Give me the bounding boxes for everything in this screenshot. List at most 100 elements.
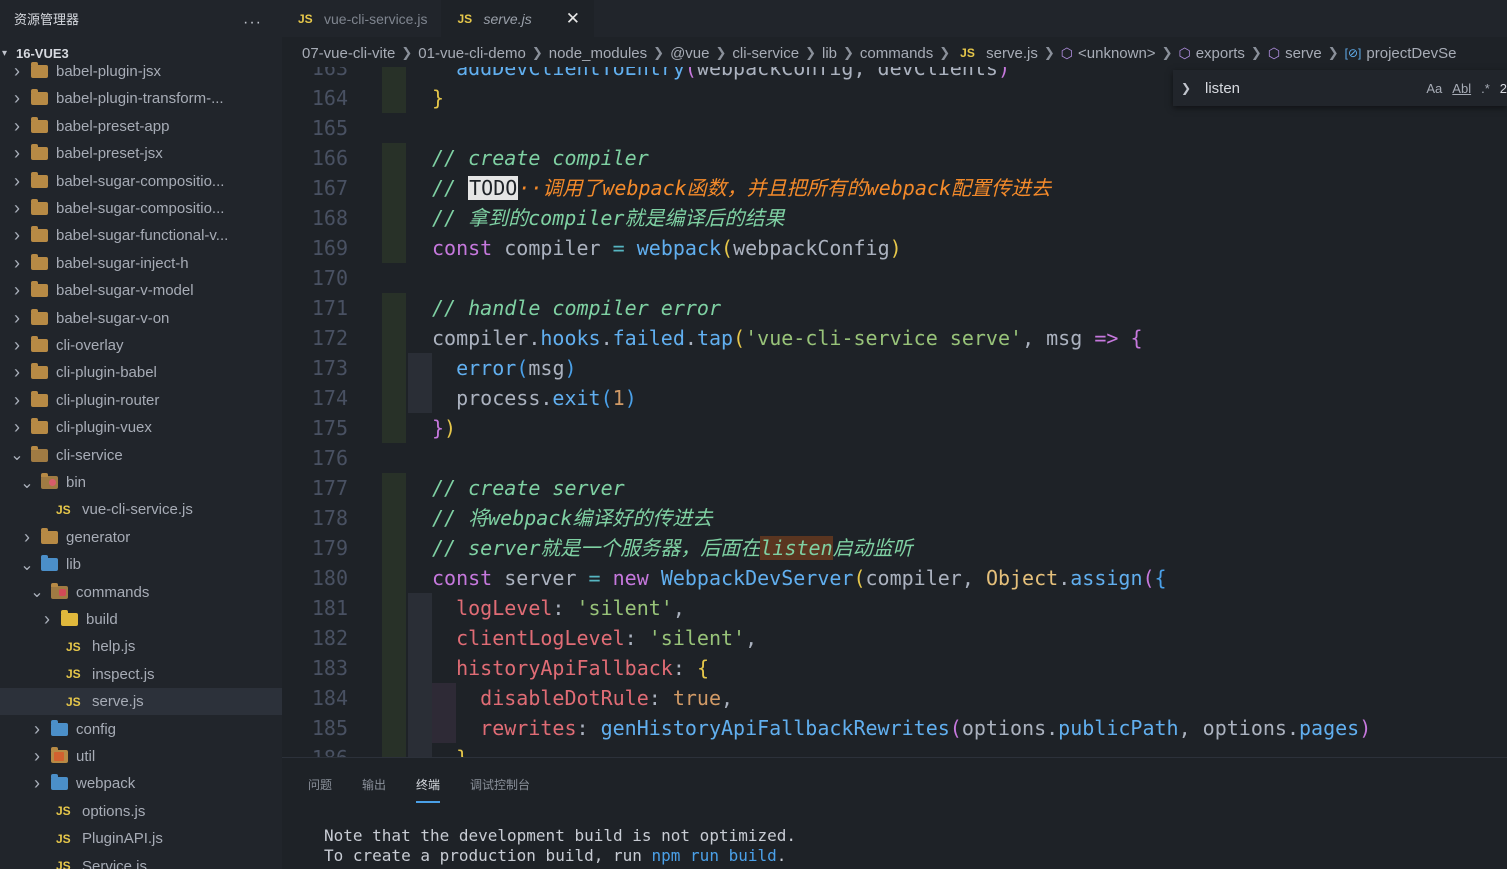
breadcrumb-item[interactable]: @vue: [670, 45, 709, 62]
file-tree-item[interactable]: › babel-preset-app: [0, 113, 282, 140]
file-tree-item[interactable]: › webpack: [0, 770, 282, 797]
line-number: 178: [311, 506, 348, 530]
chevron-right-icon[interactable]: ❯: [1173, 81, 1199, 95]
chevron-down-icon[interactable]: ⌄: [20, 473, 34, 493]
regex-icon[interactable]: .*: [1481, 81, 1490, 96]
breadcrumb-item[interactable]: 01-vue-cli-demo: [418, 45, 526, 62]
match-case-icon[interactable]: Aa: [1426, 81, 1442, 96]
breadcrumb-item[interactable]: serve.js: [986, 45, 1038, 62]
chevron-right-icon[interactable]: ›: [30, 719, 44, 740]
file-tree-item[interactable]: ⌄ lib: [0, 551, 282, 578]
tab-terminal[interactable]: 终端: [416, 776, 441, 803]
file-tree-item[interactable]: › build: [0, 606, 282, 633]
file-tree-item[interactable]: › babel-sugar-v-on: [0, 305, 282, 332]
chevron-right-icon[interactable]: ›: [10, 143, 24, 164]
chevron-right-icon[interactable]: ›: [10, 171, 24, 192]
file-tree-item[interactable]: › config: [0, 716, 282, 743]
chevron-right-icon: ❯: [805, 45, 816, 60]
close-icon[interactable]: ✕: [566, 9, 580, 29]
chevron-right-icon: ❯: [1327, 45, 1339, 60]
file-tree-item[interactable]: JS Service.js: [0, 853, 282, 869]
code-line: // 拿到的compiler就是编译后的结果: [432, 206, 785, 230]
chevron-down-icon[interactable]: ⌄: [20, 555, 34, 575]
file-tree-item[interactable]: › babel-preset-jsx: [0, 140, 282, 167]
chevron-right-icon[interactable]: ›: [10, 362, 24, 383]
chevron-right-icon[interactable]: ›: [10, 280, 24, 301]
file-tree-item[interactable]: JS serve.js: [0, 688, 282, 716]
breadcrumb-item[interactable]: exports: [1196, 45, 1245, 62]
file-tree-item[interactable]: › babel-plugin-jsx: [0, 58, 282, 85]
chevron-right-icon[interactable]: ›: [10, 308, 24, 329]
chevron-down-icon[interactable]: ⌄: [30, 582, 44, 602]
js-file-icon: JS: [298, 11, 313, 26]
chevron-right-icon[interactable]: ›: [30, 773, 44, 794]
js-file-icon: JS: [960, 46, 975, 60]
file-tree-item[interactable]: › babel-sugar-v-model: [0, 277, 282, 304]
folder-icon: [60, 610, 78, 627]
chevron-right-icon[interactable]: ›: [10, 225, 24, 246]
file-tree-item[interactable]: JS help.js: [0, 633, 282, 660]
js-file-icon: JS: [56, 859, 71, 869]
tab-problems[interactable]: 问题: [308, 776, 332, 803]
chevron-right-icon[interactable]: ›: [10, 335, 24, 356]
file-tree-label: babel-plugin-jsx: [56, 63, 162, 80]
line-number: 172: [311, 326, 348, 350]
chevron-right-icon[interactable]: ›: [10, 61, 24, 82]
breadcrumb: 07-vue-cli-vite ❯ 01-vue-cli-demo ❯ node_m…: [282, 39, 1507, 67]
chevron-right-icon[interactable]: ›: [30, 746, 44, 767]
breadcrumb-item[interactable]: 07-vue-cli-vite: [302, 45, 395, 62]
file-tree-item[interactable]: JS vue-cli-service.js: [0, 496, 282, 523]
breadcrumb-item[interactable]: <unknown>: [1078, 45, 1156, 62]
chevron-right-icon[interactable]: ›: [40, 609, 54, 630]
chevron-right-icon[interactable]: ›: [10, 116, 24, 137]
file-tree-label: help.js: [92, 638, 136, 656]
chevron-right-icon[interactable]: ›: [10, 198, 24, 219]
file-tree-item[interactable]: › cli-overlay: [0, 332, 282, 359]
terminal-command: npm run build: [651, 846, 777, 865]
file-tree-item[interactable]: › babel-sugar-inject-h: [0, 250, 282, 277]
file-tree-item[interactable]: ⌄ bin: [0, 469, 282, 496]
tab-output[interactable]: 输出: [362, 776, 386, 803]
breadcrumb-item[interactable]: lib: [822, 45, 837, 62]
file-tree-item[interactable]: JS options.js: [0, 798, 282, 825]
breadcrumb-item[interactable]: cli-service: [732, 45, 799, 62]
file-tree-item[interactable]: › babel-sugar-compositio...: [0, 168, 282, 195]
file-tree-item[interactable]: › cli-plugin-router: [0, 387, 282, 414]
file-tree-item[interactable]: › babel-plugin-transform-...: [0, 85, 282, 112]
code-editor[interactable]: 163 164 165 166 167 168 169 170 171 172 …: [282, 67, 1507, 757]
folder-icon: [50, 719, 68, 736]
terminal-output[interactable]: Note that the development build is not o…: [324, 826, 796, 866]
tab-label: serve.js: [483, 10, 532, 27]
file-tree-item[interactable]: › cli-plugin-vuex: [0, 414, 282, 441]
chevron-down-icon[interactable]: ⌄: [10, 445, 24, 465]
file-tree-item[interactable]: ⌄ commands: [0, 579, 282, 606]
chevron-right-icon[interactable]: ›: [10, 253, 24, 274]
file-tree-label: cli-service: [56, 446, 123, 464]
file-tree-label: inspect.js: [92, 665, 155, 683]
file-tree-item[interactable]: › generator: [0, 524, 282, 551]
find-input[interactable]: listen: [1199, 80, 1426, 97]
chevron-right-icon[interactable]: ›: [10, 417, 24, 438]
code-line: compiler.hooks.failed.tap('vue-cli-servi…: [432, 326, 1143, 350]
breadcrumb-item[interactable]: serve: [1285, 45, 1322, 62]
file-tree-item[interactable]: › babel-sugar-compositio...: [0, 195, 282, 222]
tab-vue-cli-service[interactable]: JS vue-cli-service.js: [282, 0, 441, 37]
chevron-right-icon[interactable]: ›: [10, 88, 24, 109]
breadcrumb-item[interactable]: node_modules: [549, 45, 647, 62]
explorer-title: 资源管理器: [14, 12, 80, 27]
breadcrumb-item[interactable]: commands: [860, 45, 933, 62]
more-actions-icon[interactable]: ···: [243, 8, 262, 38]
chevron-right-icon[interactable]: ›: [10, 390, 24, 411]
tab-debug-console[interactable]: 调试控制台: [470, 776, 530, 803]
file-tree-item[interactable]: ⌄ cli-service: [0, 442, 282, 469]
file-tree-item[interactable]: › util: [0, 743, 282, 770]
file-tree-item[interactable]: › cli-plugin-babel: [0, 359, 282, 386]
tab-serve[interactable]: JS serve.js ✕: [441, 0, 594, 37]
file-tree-item[interactable]: › babel-sugar-functional-v...: [0, 222, 282, 249]
chevron-right-icon[interactable]: ›: [20, 527, 34, 548]
chevron-right-icon: ❯: [401, 45, 413, 60]
file-tree-item[interactable]: JS inspect.js: [0, 661, 282, 688]
breadcrumb-item[interactable]: projectDevSe: [1366, 45, 1456, 62]
file-tree-item[interactable]: JS PluginAPI.js: [0, 825, 282, 852]
match-whole-word-icon[interactable]: Abl: [1452, 81, 1471, 96]
